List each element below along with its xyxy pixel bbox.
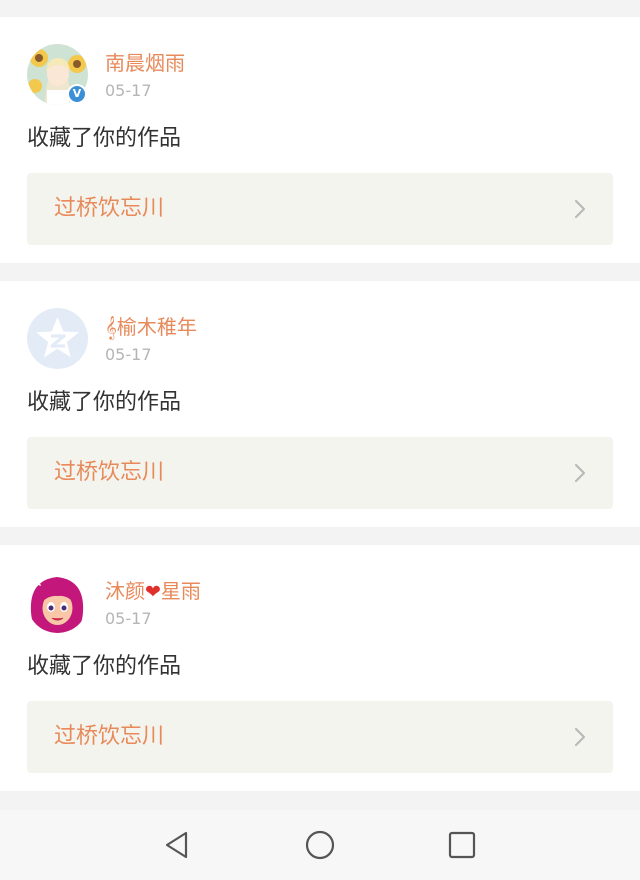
timestamp: 05-17	[105, 609, 152, 628]
action-text: 收藏了你的作品	[27, 390, 182, 415]
username[interactable]: 南晨烟雨	[105, 51, 185, 75]
notification-card: V 南晨烟雨 05-17 收藏了你的作品 过桥饮忘川	[0, 17, 640, 263]
cartoon-pink-hair-icon	[27, 572, 88, 633]
timestamp: 05-17	[105, 345, 152, 364]
qzone-star-icon	[27, 308, 88, 369]
user-avatar[interactable]	[27, 572, 88, 633]
home-circle-icon[interactable]	[304, 829, 336, 861]
chevron-right-icon	[574, 727, 586, 747]
work-link[interactable]: 过桥饮忘川	[27, 437, 613, 509]
user-avatar[interactable]: V	[27, 44, 88, 105]
work-link[interactable]: 过桥饮忘川	[27, 173, 613, 245]
work-link[interactable]: 过桥饮忘川	[27, 701, 613, 773]
chevron-right-icon	[574, 463, 586, 483]
notification-card: 沐颜❤星雨 05-17 收藏了你的作品 过桥饮忘川	[0, 545, 640, 791]
timestamp: 05-17	[105, 81, 152, 100]
user-avatar[interactable]	[27, 308, 88, 369]
username[interactable]: 𝄞榆木稚年	[105, 315, 197, 339]
chevron-right-icon	[574, 199, 586, 219]
back-triangle-icon[interactable]	[162, 829, 194, 861]
system-navigation-bar	[0, 810, 640, 880]
work-title: 过桥饮忘川	[54, 460, 165, 485]
username[interactable]: 沐颜❤星雨	[105, 579, 201, 604]
verified-badge-icon: V	[67, 84, 87, 104]
work-title: 过桥饮忘川	[54, 724, 165, 749]
work-title: 过桥饮忘川	[54, 196, 165, 221]
username-part: 星雨	[160, 579, 201, 603]
recents-square-icon[interactable]	[446, 829, 478, 861]
heart-icon: ❤	[145, 581, 161, 603]
username-part: 沐颜	[105, 579, 145, 603]
action-text: 收藏了你的作品	[27, 126, 182, 151]
notification-card: 𝄞榆木稚年 05-17 收藏了你的作品 过桥饮忘川	[0, 281, 640, 527]
action-text: 收藏了你的作品	[27, 654, 182, 679]
